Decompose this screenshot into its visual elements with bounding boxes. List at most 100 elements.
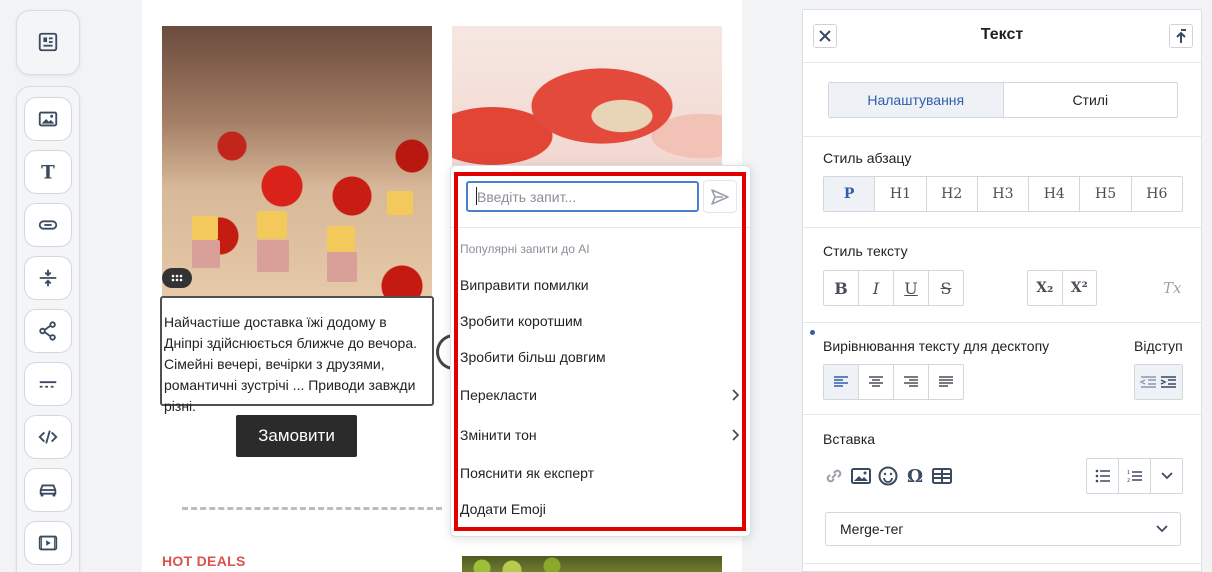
html-block-button[interactable] <box>24 415 72 459</box>
grapes-photo[interactable] <box>462 556 722 572</box>
text-block-button[interactable]: T <box>24 150 72 194</box>
align-center-button[interactable] <box>859 365 894 399</box>
panel-divider <box>803 322 1201 323</box>
export-button[interactable] <box>1169 24 1193 48</box>
ai-item-change-tone[interactable]: Змінити тон <box>460 424 740 446</box>
ai-section-title: Популярні запити до AI <box>460 242 590 256</box>
drag-dots-icon <box>171 274 183 282</box>
ai-item-explain-expert[interactable]: Пояснити як експерт <box>460 462 740 484</box>
list-options-button[interactable] <box>1151 459 1182 493</box>
alignment-group <box>823 364 964 400</box>
hot-deals-heading: HOT DEALS <box>162 553 246 569</box>
panel-tabs: Налаштування Стилі <box>828 82 1178 118</box>
paragraph-style-group: P H1 H2 H3 H4 H5 H6 <box>823 176 1183 212</box>
insert-emoji-button[interactable] <box>877 465 899 487</box>
share-icon <box>39 321 56 341</box>
product-block-button[interactable] <box>24 468 72 512</box>
ai-item-lengthen[interactable]: Зробити більш довгим <box>460 346 740 368</box>
image-block-button[interactable] <box>24 97 72 141</box>
italic-button[interactable]: I <box>859 271 894 305</box>
toolbar-top-group <box>16 10 80 75</box>
insert-link-button[interactable] <box>823 465 845 487</box>
superscript-button[interactable]: X² <box>1063 271 1097 305</box>
dashed-divider <box>182 507 442 510</box>
divider-block-button[interactable] <box>24 362 72 406</box>
export-arrow-icon <box>1176 29 1186 43</box>
tab-settings[interactable]: Налаштування <box>829 83 1004 117</box>
bullet-list-icon <box>1095 469 1110 483</box>
underline-button[interactable]: U <box>894 271 929 305</box>
numbered-list-button[interactable]: 12 <box>1119 459 1151 493</box>
panel-divider <box>803 227 1201 228</box>
selected-text-block[interactable]: Найчастіше доставка їжі додому в Дніпрі … <box>160 296 434 414</box>
ai-divider <box>451 227 750 228</box>
paragraph-h1-button[interactable]: H1 <box>875 177 927 211</box>
svg-text:1: 1 <box>1127 470 1130 476</box>
strikethrough-button[interactable]: S <box>929 271 963 305</box>
svg-text:T: T <box>41 162 55 183</box>
align-left-icon <box>834 376 848 387</box>
svg-text:2: 2 <box>1127 478 1130 483</box>
text-icon: T <box>41 162 55 183</box>
image-icon <box>851 468 871 484</box>
text-style-label: Стиль тексту <box>823 243 908 259</box>
merge-tag-label: Merge-тег <box>840 521 904 537</box>
paragraph-h3-button[interactable]: H3 <box>978 177 1030 211</box>
canape-photo[interactable] <box>162 26 432 296</box>
ai-item-label: Перекласти <box>460 387 537 403</box>
rolls-photo[interactable] <box>452 26 722 166</box>
paragraph-h5-button[interactable]: H5 <box>1080 177 1132 211</box>
spacer-icon <box>39 269 57 287</box>
ai-item-fix-errors[interactable]: Виправити помилки <box>460 274 740 296</box>
insert-special-char-button[interactable]: Ω <box>904 465 926 487</box>
video-icon <box>38 535 58 551</box>
text-style-group: B I U S <box>823 270 964 306</box>
chevron-right-icon <box>732 429 740 441</box>
ai-prompt-input[interactable] <box>466 181 699 212</box>
ai-send-button[interactable] <box>703 180 737 213</box>
indent-button[interactable] <box>1135 365 1182 399</box>
insert-label: Вставка <box>823 431 876 447</box>
link-icon <box>826 469 842 483</box>
list-group: 12 <box>1086 458 1183 494</box>
car-icon <box>39 484 57 497</box>
order-button[interactable]: Замовити <box>236 415 357 457</box>
insert-table-button[interactable] <box>931 465 953 487</box>
paragraph-h2-button[interactable]: H2 <box>927 177 978 211</box>
merge-tag-select[interactable]: Merge-тег <box>825 512 1181 546</box>
drag-handle[interactable] <box>162 268 192 288</box>
omega-icon: Ω <box>906 465 924 487</box>
align-right-button[interactable] <box>894 365 929 399</box>
button-block-button[interactable] <box>24 203 72 247</box>
chevron-down-icon <box>1156 525 1168 533</box>
tab-styles[interactable]: Стилі <box>1004 83 1178 117</box>
ai-item-translate[interactable]: Перекласти <box>460 384 740 406</box>
button-icon <box>38 220 58 230</box>
panel-divider <box>803 414 1201 415</box>
table-icon <box>932 468 952 484</box>
bullet-list-button[interactable] <box>1087 459 1119 493</box>
subscript-button[interactable]: X₂ <box>1028 271 1063 305</box>
chevron-down-icon <box>1160 472 1173 480</box>
bold-button[interactable]: B <box>824 271 859 305</box>
insert-image-button[interactable] <box>850 465 872 487</box>
clear-format-button[interactable]: Tx <box>1163 279 1181 297</box>
spacer-block-button[interactable] <box>24 256 72 300</box>
ai-item-add-emoji[interactable]: Додати Emoji <box>460 498 740 520</box>
align-justify-icon <box>939 376 953 387</box>
code-icon <box>38 430 58 444</box>
chevron-right-icon <box>732 389 740 401</box>
indicator-dot <box>810 330 815 335</box>
video-block-button[interactable] <box>24 521 72 565</box>
layout-button[interactable] <box>24 20 72 64</box>
paragraph-style-label: Стиль абзацу <box>823 150 912 166</box>
paragraph-h6-button[interactable]: H6 <box>1132 177 1182 211</box>
align-justify-button[interactable] <box>929 365 963 399</box>
ai-item-label: Додати Emoji <box>460 501 546 517</box>
paragraph-p-button[interactable]: P <box>824 177 876 211</box>
panel-title: Текст <box>980 26 1024 43</box>
paragraph-h4-button[interactable]: H4 <box>1029 177 1081 211</box>
ai-item-shorten[interactable]: Зробити коротшим <box>460 310 740 332</box>
social-block-button[interactable] <box>24 309 72 353</box>
align-left-button[interactable] <box>824 365 859 399</box>
